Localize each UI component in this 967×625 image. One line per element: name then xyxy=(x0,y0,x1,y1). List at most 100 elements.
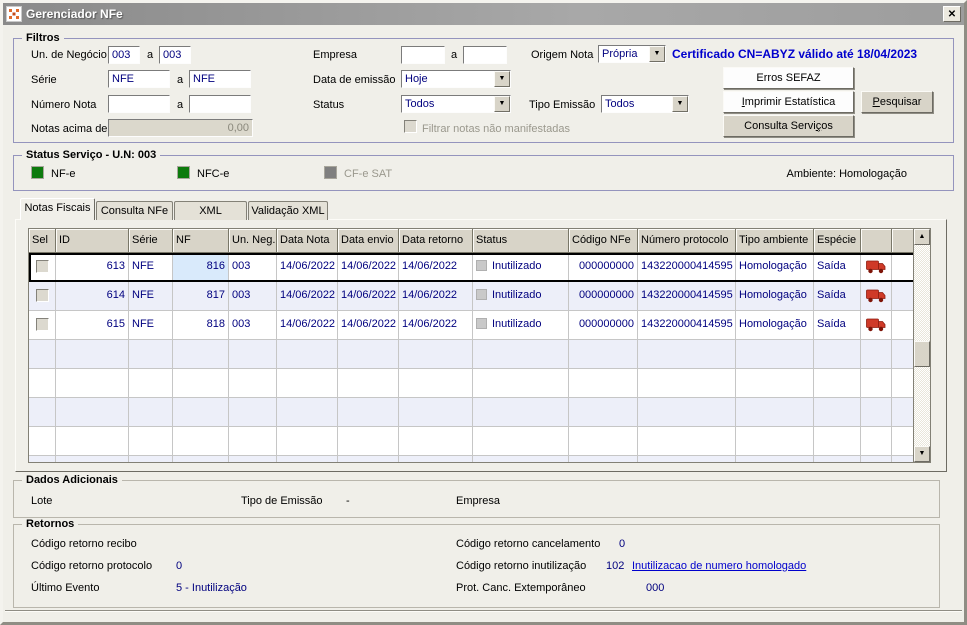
grid-header-status[interactable]: Status xyxy=(473,229,569,253)
row-checkbox[interactable] xyxy=(36,260,49,273)
tab-consulta-nfe[interactable]: Consulta NFe xyxy=(96,201,173,220)
cell-nf[interactable]: 816 xyxy=(173,253,229,282)
erros-sefaz-button[interactable]: Erros SEFAZ xyxy=(723,67,854,89)
cell-blank[interactable] xyxy=(892,311,914,340)
origem-nota-select[interactable]: Própria ▼ xyxy=(598,45,666,63)
cell-id[interactable]: 614 xyxy=(56,282,129,311)
numero-nota-from-input[interactable] xyxy=(108,95,170,113)
cell-un_neg[interactable]: 003 xyxy=(229,253,277,282)
cell-data_envio[interactable]: 14/06/2022 xyxy=(338,311,399,340)
chevron-down-icon[interactable]: ▼ xyxy=(672,96,688,112)
imprimir-estatistica-button[interactable]: Imprimir Estatística xyxy=(723,91,854,113)
grid-header-nf[interactable]: NF xyxy=(173,229,229,253)
grid-header-c-digo-nfe[interactable]: Código NFe xyxy=(569,229,638,253)
tab-validacao-xml[interactable]: Validação XML xyxy=(248,201,328,220)
grid-header-sel[interactable]: Sel xyxy=(29,229,56,253)
numero-nota-to-input[interactable] xyxy=(189,95,251,113)
grid-header-n-mero-protocolo[interactable]: Número protocolo xyxy=(638,229,736,253)
un-negocio-to-input[interactable] xyxy=(159,46,191,64)
cell-id[interactable]: 613 xyxy=(56,253,129,282)
grid-header-tipo-ambiente[interactable]: Tipo ambiente xyxy=(736,229,814,253)
pesquisar-button[interactable]: Pesquisar xyxy=(861,91,933,113)
cell-serie[interactable]: NFE xyxy=(129,311,173,340)
cell-data_retorno[interactable]: 14/06/2022 xyxy=(399,253,473,282)
cell-un_neg[interactable]: 003 xyxy=(229,311,277,340)
un-negocio-from-input[interactable] xyxy=(108,46,140,64)
tipo-emissao-select[interactable]: Todos ▼ xyxy=(601,95,689,113)
scroll-up-icon[interactable]: ▲ xyxy=(914,229,930,245)
cell-codigo_nfe[interactable]: 000000000 xyxy=(569,253,638,282)
cell-un_neg[interactable]: 003 xyxy=(229,282,277,311)
grid-header-blank[interactable] xyxy=(861,229,892,253)
cell-data_retorno[interactable]: 14/06/2022 xyxy=(399,311,473,340)
table-row[interactable]: 614NFE81700314/06/202214/06/202214/06/20… xyxy=(29,282,930,311)
grid-header-data-envio[interactable]: Data envio xyxy=(338,229,399,253)
status-filter-select[interactable]: Todos ▼ xyxy=(401,95,511,113)
cell-tipo_ambiente[interactable]: Homologação xyxy=(736,253,814,282)
empresa-to-input[interactable] xyxy=(463,46,507,64)
cell-especie[interactable]: Saída xyxy=(814,282,861,311)
cell-truck[interactable] xyxy=(861,282,892,311)
cell-tipo_ambiente xyxy=(736,427,814,456)
cell-codigo_nfe[interactable]: 000000000 xyxy=(569,282,638,311)
serie-to-input[interactable] xyxy=(189,70,251,88)
cell-id[interactable]: 615 xyxy=(56,311,129,340)
empresa-from-input[interactable] xyxy=(401,46,445,64)
tab-notas-fiscais[interactable]: Notas Fiscais xyxy=(20,198,95,220)
cell-sel[interactable] xyxy=(29,282,56,311)
row-checkbox[interactable] xyxy=(36,318,49,331)
table-row[interactable]: 615NFE81800314/06/202214/06/202214/06/20… xyxy=(29,311,930,340)
cell-data_nota[interactable]: 14/06/2022 xyxy=(277,282,338,311)
grid-header-esp-cie[interactable]: Espécie xyxy=(814,229,861,253)
cell-codigo_nfe[interactable]: 000000000 xyxy=(569,311,638,340)
cell-data_envio[interactable]: 14/06/2022 xyxy=(338,253,399,282)
cell-data_nota[interactable]: 14/06/2022 xyxy=(277,253,338,282)
grid-header-un-neg-[interactable]: Un. Neg. xyxy=(229,229,277,253)
tab-xml[interactable]: XML xyxy=(174,201,247,220)
titlebar[interactable]: Gerenciador NFe ✕ xyxy=(3,3,964,25)
consulta-servicos-button[interactable]: Consulta Serviços xyxy=(723,115,854,137)
cell-serie[interactable]: NFE xyxy=(129,253,173,282)
scroll-down-icon[interactable]: ▼ xyxy=(914,446,930,462)
cell-numero_protocolo[interactable]: 143220000414595 xyxy=(638,253,736,282)
data-emissao-select[interactable]: Hoje ▼ xyxy=(401,70,511,88)
grid-header-data-nota[interactable]: Data Nota xyxy=(277,229,338,253)
cell-truck[interactable] xyxy=(861,311,892,340)
chevron-down-icon[interactable]: ▼ xyxy=(494,96,510,112)
cell-blank[interactable] xyxy=(892,253,914,282)
serie-from-input[interactable] xyxy=(108,70,170,88)
cell-status[interactable]: Inutilizado xyxy=(473,311,569,340)
grid-header-s-rie[interactable]: Série xyxy=(129,229,173,253)
cell-data_retorno[interactable]: 14/06/2022 xyxy=(399,282,473,311)
cell-especie[interactable]: Saída xyxy=(814,311,861,340)
chevron-down-icon[interactable]: ▼ xyxy=(649,46,665,62)
cell-nf[interactable]: 818 xyxy=(173,311,229,340)
cell-data_nota[interactable]: 14/06/2022 xyxy=(277,311,338,340)
table-row[interactable]: 613NFE81600314/06/202214/06/202214/06/20… xyxy=(29,253,930,282)
cell-status[interactable]: Inutilizado xyxy=(473,253,569,282)
grid-header-data-retorno[interactable]: Data retorno xyxy=(399,229,473,253)
cell-sel[interactable] xyxy=(29,311,56,340)
cell-status[interactable]: Inutilizado xyxy=(473,282,569,311)
grid-header-blank[interactable] xyxy=(892,229,914,253)
inutilizacao-link[interactable]: Inutilizacao de numero homologado xyxy=(632,558,806,575)
cell-blank[interactable] xyxy=(892,282,914,311)
cell-sel[interactable] xyxy=(29,253,56,282)
cell-nf xyxy=(173,398,229,427)
cell-truck[interactable] xyxy=(861,253,892,282)
cell-numero_protocolo[interactable]: 143220000414595 xyxy=(638,311,736,340)
cell-serie[interactable]: NFE xyxy=(129,282,173,311)
grid-header-id[interactable]: ID xyxy=(56,229,129,253)
scrollbar-thumb[interactable] xyxy=(914,341,930,367)
cell-data_envio[interactable]: 14/06/2022 xyxy=(338,282,399,311)
cell-numero_protocolo[interactable]: 143220000414595 xyxy=(638,282,736,311)
row-checkbox[interactable] xyxy=(36,289,49,302)
cell-nf[interactable]: 817 xyxy=(173,282,229,311)
status-square-icon xyxy=(476,318,487,329)
cell-especie[interactable]: Saída xyxy=(814,253,861,282)
cell-tipo_ambiente[interactable]: Homologação xyxy=(736,282,814,311)
cell-tipo_ambiente[interactable]: Homologação xyxy=(736,311,814,340)
close-button[interactable]: ✕ xyxy=(943,6,961,22)
grid-vertical-scrollbar[interactable]: ▲ ▼ xyxy=(913,229,930,462)
chevron-down-icon[interactable]: ▼ xyxy=(494,71,510,87)
